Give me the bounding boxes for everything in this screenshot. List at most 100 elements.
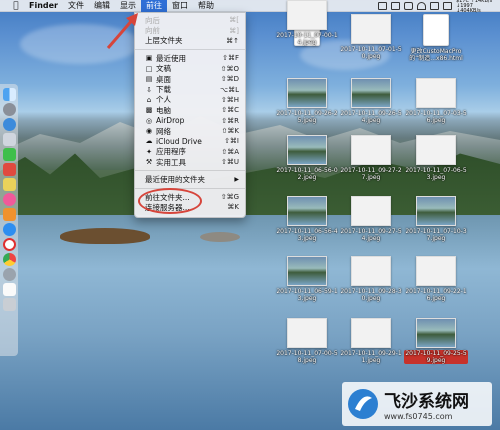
desktop-file[interactable]: 2017-10-11_09-26-25.jpeg: [275, 78, 339, 124]
desktop-file[interactable]: 2017-10-11_09-26-54.jpeg: [339, 78, 403, 124]
menu-item-back[interactable]: 向后 ⌘[: [135, 15, 245, 25]
music-app-icon[interactable]: [2, 193, 16, 206]
screen-icon[interactable]: [391, 2, 400, 10]
utilities-icon: ⚒: [145, 158, 153, 167]
file-name-label: 2017-10-11_06-59-13.jpeg: [276, 288, 338, 302]
safari-app-icon[interactable]: [2, 118, 16, 131]
menu-edit[interactable]: 编辑: [89, 0, 115, 12]
settings-app-icon[interactable]: [2, 268, 16, 281]
keyboard-icon[interactable]: [443, 2, 452, 10]
icloud-icon: ☁: [145, 137, 153, 146]
yandex-app-icon[interactable]: [2, 238, 16, 251]
menu-item-home[interactable]: ⌂ 个人 ⇧⌘H: [135, 95, 245, 105]
apple-menu-icon[interactable]: : [8, 1, 24, 11]
desktop-icon: ▤: [145, 75, 153, 84]
battery-icon[interactable]: [404, 2, 413, 10]
trash-icon[interactable]: [2, 298, 16, 311]
app-menu-finder[interactable]: Finder: [24, 0, 63, 12]
menu-item-network[interactable]: ◉ 网络 ⇧⌘K: [135, 126, 245, 136]
menu-item-computer[interactable]: ▩ 电脑 ⇧⌘C: [135, 105, 245, 115]
fs-logo-icon: [348, 389, 378, 419]
menu-item-enclosing-folder[interactable]: 上层文件夹 ⌘↑: [135, 36, 245, 46]
menu-separator: [135, 170, 245, 172]
display-icon[interactable]: [378, 2, 387, 10]
image-thumbnail: [287, 0, 327, 30]
file-name-label: 2017-10-11_07-10-37.jpeg: [405, 228, 467, 242]
file-name-label: 2017-10-11_06-56-02.jpeg: [276, 167, 338, 181]
highlight-ellipse: [138, 188, 202, 214]
submenu-arrow-icon: ▶: [234, 176, 239, 184]
books-app-icon[interactable]: [2, 208, 16, 221]
menu-bar:  Finder 文件 编辑 显示 前往 窗口 帮助 $17C ↑14KB/s …: [0, 0, 500, 13]
file-name-label: 2017-10-11_09-26-25.jpeg: [276, 110, 338, 124]
menu-window[interactable]: 窗口: [167, 0, 193, 12]
desktop-file[interactable]: 2017-10-11_07-10-37.jpeg: [404, 196, 468, 242]
image-thumbnail: [287, 135, 327, 165]
menu-item-applications[interactable]: ✦ 应用程序 ⇧⌘A: [135, 147, 245, 157]
file-name-label: 更改CustoMacPro的“制造...x86.html: [409, 48, 463, 62]
finder-app-icon[interactable]: [2, 88, 16, 101]
menu-separator: [135, 49, 245, 51]
desktop-file[interactable]: 2017-10-11_09-22-16.jpeg: [404, 256, 468, 302]
photos-app-icon[interactable]: [2, 133, 16, 146]
home-icon: ⌂: [146, 95, 152, 104]
grid-icon[interactable]: [430, 2, 439, 10]
menu-go[interactable]: 前往: [141, 0, 167, 12]
wifi-icon[interactable]: [417, 2, 426, 10]
desktop-file[interactable]: 2017-10-11_07-03-56.jpeg: [404, 78, 468, 124]
status-tray: $17C ↑14KB/s ↓1997 ↓404KB/s: [378, 0, 496, 13]
annotation-arrow-icon: [106, 13, 138, 49]
calendar-app-icon[interactable]: [2, 163, 16, 176]
recents-icon: ▣: [145, 54, 153, 63]
desktop-file[interactable]: 更改CustoMacPro的“制造...x86.html: [404, 14, 468, 62]
chrome-app-icon[interactable]: [2, 253, 16, 266]
menu-item-airdrop[interactable]: ◎ AirDrop ⇧⌘R: [135, 116, 245, 126]
image-thumbnail: [351, 14, 391, 44]
image-thumbnail: [416, 78, 456, 108]
menu-item-downloads[interactable]: ⇩ 下载 ⌥⌘L: [135, 84, 245, 94]
app-store-icon[interactable]: [2, 223, 16, 236]
menu-item-utilities[interactable]: ⚒ 实用工具 ⇧⌘U: [135, 157, 245, 167]
image-thumbnail: [351, 256, 391, 286]
file-name-label: 2017-10-11_09-29-11.jpeg: [340, 350, 402, 364]
menu-view[interactable]: 显示: [115, 0, 141, 12]
desktop-file[interactable]: 2017-10-11_09-29-11.jpeg: [339, 318, 403, 364]
desktop-file[interactable]: 2017-10-11_09-27-27.jpeg: [339, 135, 403, 181]
desktop-file[interactable]: 2017-10-11_09-27-54.jpeg: [339, 196, 403, 242]
dock: [0, 84, 18, 356]
watermark: 飞沙系统网 www.fs0745.com: [342, 382, 492, 426]
menu-item-documents[interactable]: □ 文稿 ⇧⌘O: [135, 64, 245, 74]
file-name-label: 2017-10-11_09-26-54.jpeg: [340, 110, 402, 124]
image-thumbnail: [416, 196, 456, 226]
downloads-icon: ⇩: [146, 85, 152, 94]
menu-item-icloud-drive[interactable]: ☁ iCloud Drive ⇧⌘I: [135, 136, 245, 146]
applications-icon: ✦: [146, 147, 152, 156]
desktop-file[interactable]: 2017-10-11_07-06-53.jpeg: [404, 135, 468, 181]
messages-app-icon[interactable]: [2, 148, 16, 161]
desktop-file[interactable]: 2017-10-11_06-56-02.jpeg: [275, 135, 339, 181]
file-name-label: 2017-10-11_09-27-54.jpeg: [340, 228, 402, 242]
desktop-file[interactable]: 2017-10-11_09-28-30.jpeg: [339, 256, 403, 302]
desktop-file[interactable]: 2017-10-11_07-00-14.jpeg: [275, 0, 339, 46]
menu-help[interactable]: 帮助: [193, 0, 219, 12]
menu-file[interactable]: 文件: [63, 0, 89, 12]
notes-app-icon[interactable]: [2, 178, 16, 191]
file-icon: [423, 14, 449, 46]
file-name-label: 2017-10-11_09-27-27.jpeg: [340, 167, 402, 181]
document-app-icon[interactable]: [2, 283, 16, 296]
desktop-file[interactable]: 2017-10-11_09-25-59.jpeg: [404, 318, 468, 364]
desktop-file[interactable]: 2017-10-11_07-01-50.jpeg: [339, 14, 403, 60]
menu-item-recents[interactable]: ▣ 最近使用 ⇧⌘F: [135, 53, 245, 63]
launchpad-app-icon[interactable]: [2, 103, 16, 116]
menu-item-recent-folders[interactable]: 最近使用的文件夹 ▶: [135, 174, 245, 184]
desktop-file[interactable]: 2017-10-11_07-00-58.jpeg: [275, 318, 339, 364]
file-name-label: 2017-10-11_09-25-59.jpeg: [404, 350, 468, 364]
image-thumbnail: [351, 196, 391, 226]
watermark-title: 飞沙系统网: [384, 392, 469, 412]
desktop-file[interactable]: 2017-10-11_06-56-43.jpeg: [275, 196, 339, 242]
menu-item-desktop[interactable]: ▤ 桌面 ⇧⌘D: [135, 74, 245, 84]
file-name-label: 2017-10-11_09-28-30.jpeg: [340, 288, 402, 302]
file-name-label: 2017-10-11_07-03-56.jpeg: [405, 110, 467, 124]
desktop-file[interactable]: 2017-10-11_06-59-13.jpeg: [275, 256, 339, 302]
menu-item-forward[interactable]: 向前 ⌘]: [135, 25, 245, 35]
